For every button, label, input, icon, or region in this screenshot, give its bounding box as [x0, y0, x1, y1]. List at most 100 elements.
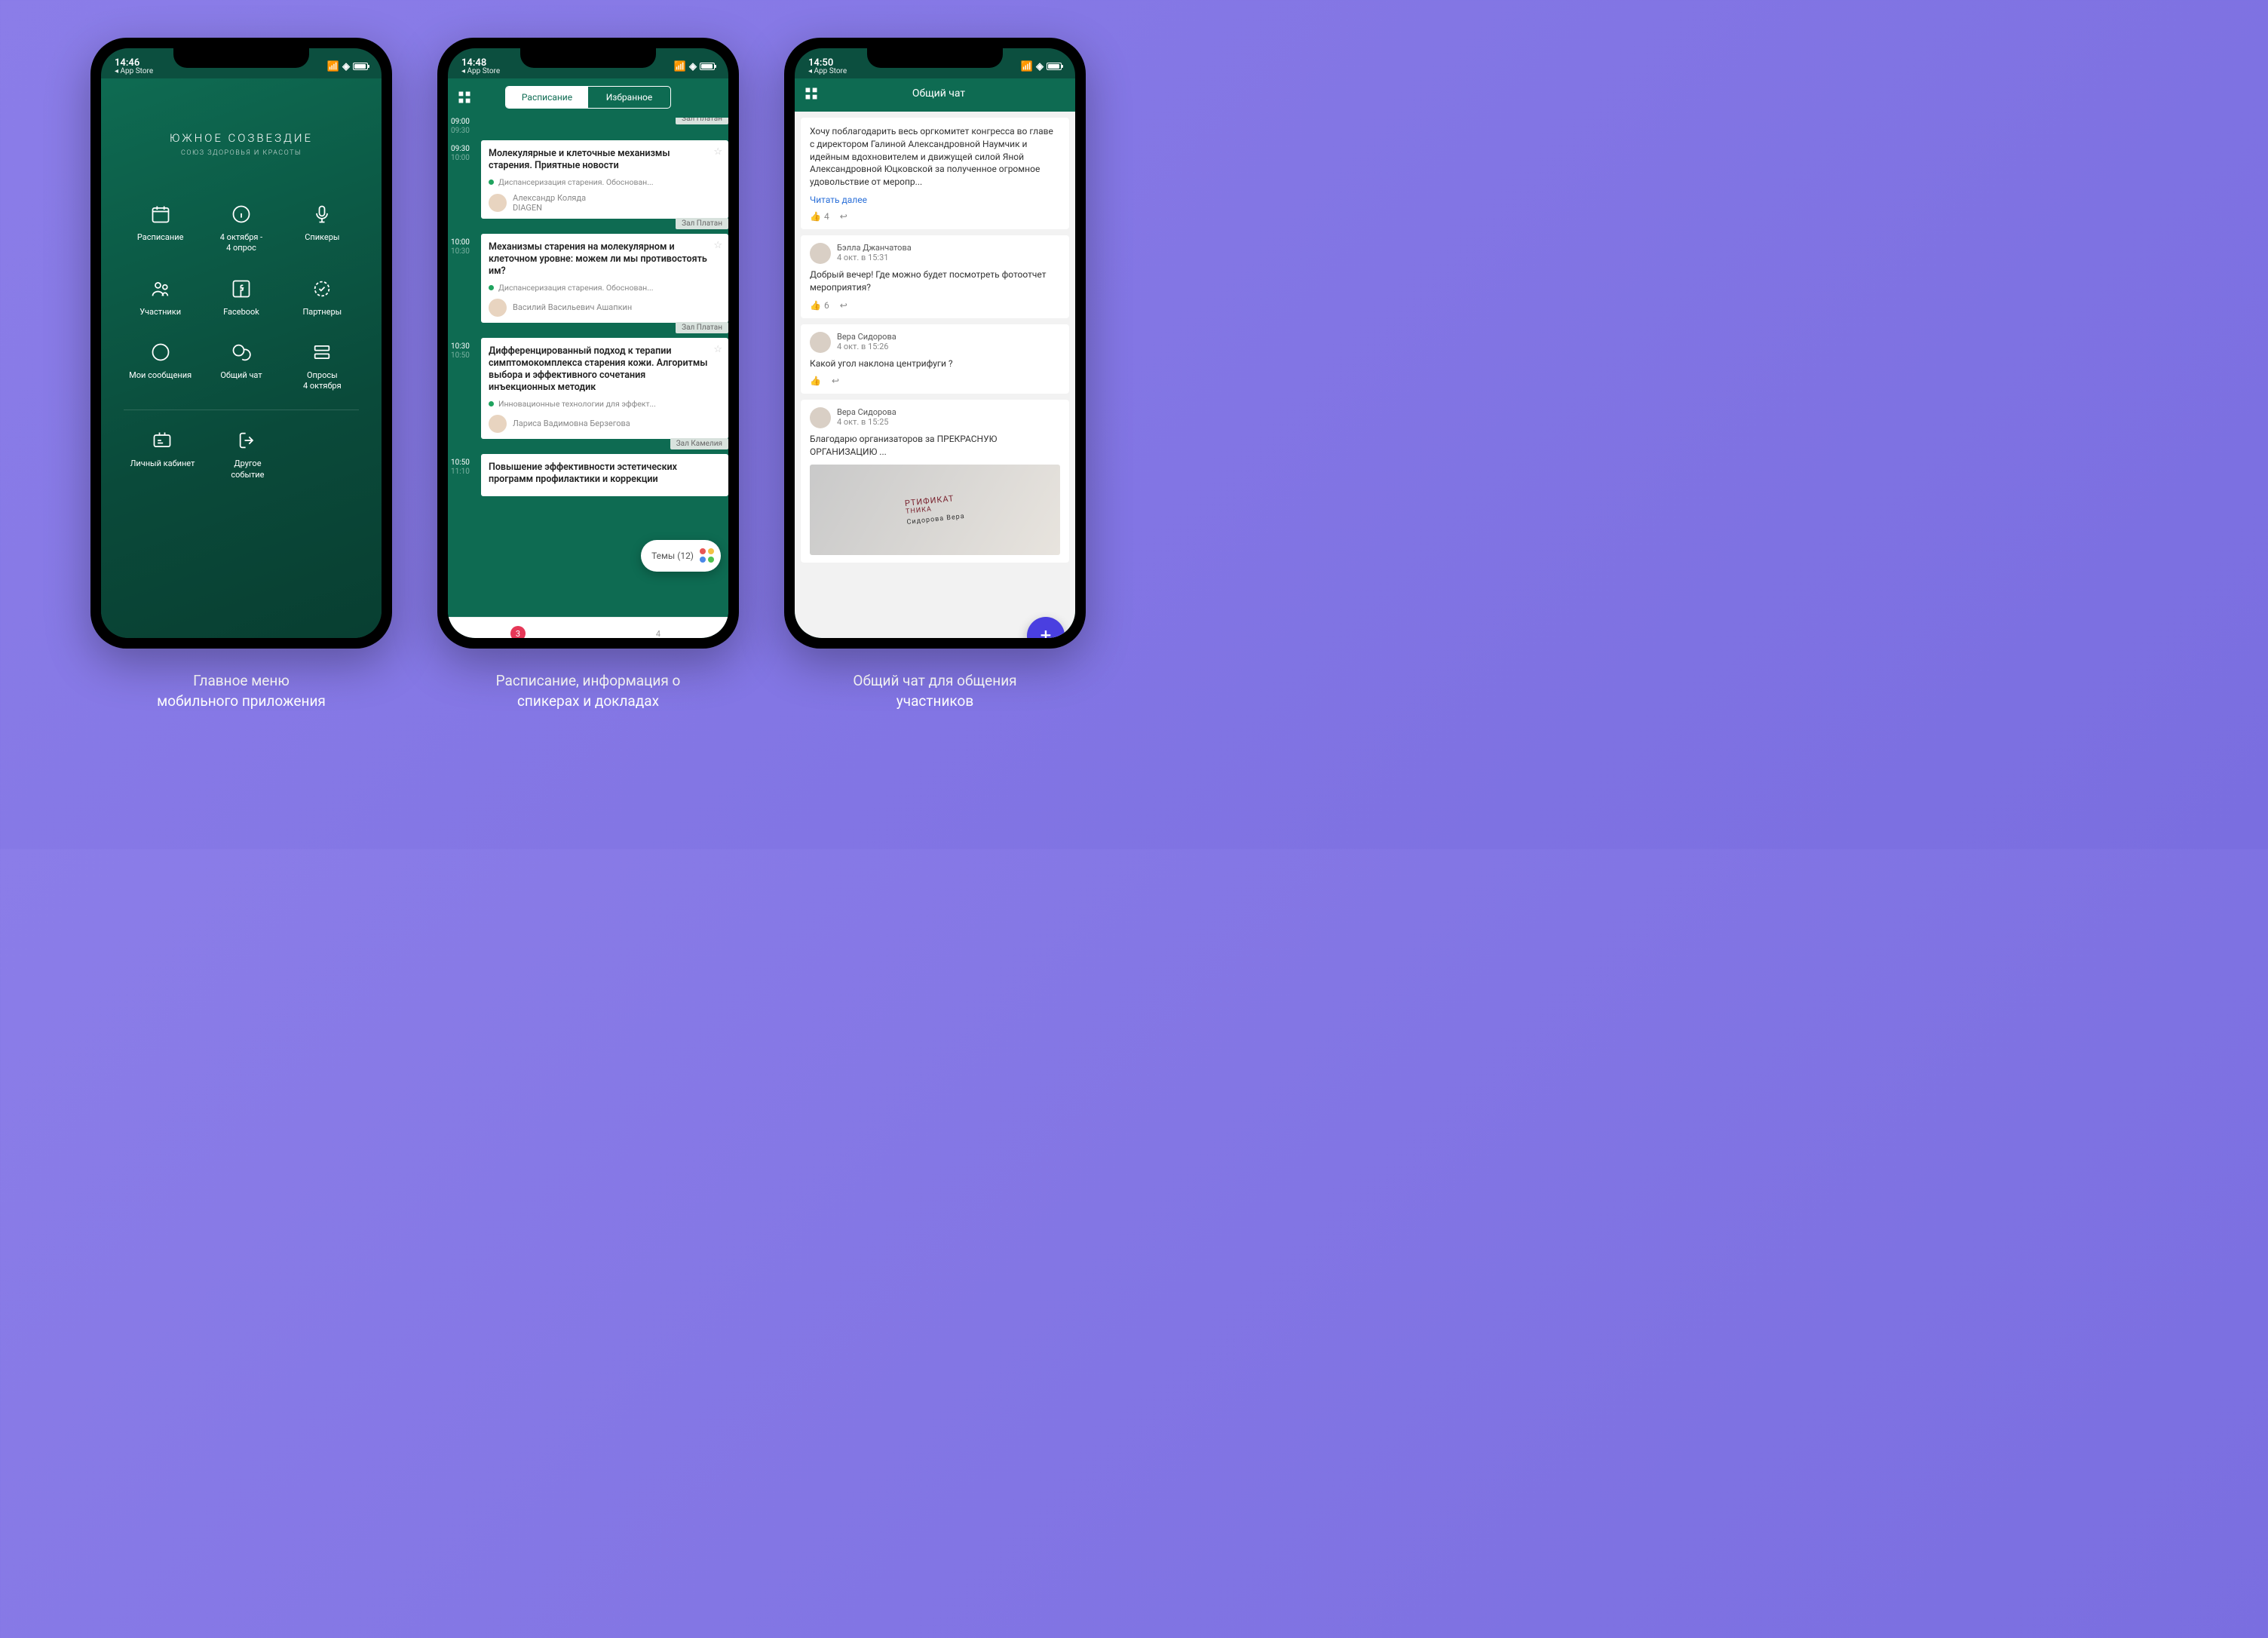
wifi-icon: ◈: [342, 61, 350, 72]
menu-general-chat[interactable]: Общий чат: [204, 340, 277, 392]
polls-icon: [310, 340, 334, 364]
like-count: 4: [824, 211, 829, 222]
id-icon: [150, 428, 174, 452]
wifi-icon: ◈: [1036, 61, 1044, 72]
menu-facebook[interactable]: Facebook: [204, 277, 277, 317]
star-icon[interactable]: ☆: [713, 240, 722, 251]
tab-thursday[interactable]: 4 ЧЕТВЕРГ: [588, 618, 728, 638]
menu-speakers[interactable]: Спикеры: [286, 202, 359, 254]
speaker-name: Лариса Вадимовна Берзегова: [513, 419, 630, 428]
post-author: Бэлла Джанчатова: [837, 243, 912, 253]
main-menu-screen: ЮЖНОЕ СОЗВЕЗДИЕ СОЮЗ ЗДОРОВЬЯ И КРАСОТЫ …: [101, 78, 382, 638]
star-icon[interactable]: ☆: [713, 146, 722, 158]
chat-post[interactable]: Бэлла Джанчатова4 окт. в 15:31 Добрый ве…: [801, 235, 1069, 318]
menu-partners[interactable]: Партнеры: [286, 277, 359, 317]
avatar: [810, 332, 831, 353]
cert-name: Сидорова Вера: [906, 513, 965, 526]
back-appstore[interactable]: ◂ App Store: [115, 68, 153, 75]
app-title: ЮЖНОЕ СОЗВЕЗДИЕ: [101, 131, 382, 145]
certificate-image[interactable]: РТИФИКАТ ТНИКА Сидорова Вера: [810, 465, 1060, 555]
menu-poll-today[interactable]: 4 октября - 4 опрос: [204, 202, 277, 254]
like-button[interactable]: 👍: [810, 376, 821, 386]
phone-1: 14:46 ◂ App Store 📶 ◈ ЮЖНОЕ СОЗВЕЗДИЕ СО…: [90, 38, 392, 649]
users-icon: [149, 277, 173, 301]
speaker-name: Александр Коляда: [513, 193, 586, 203]
back-appstore[interactable]: ◂ App Store: [461, 68, 500, 75]
track-label: Диспансеризация старения. Обоснован...: [498, 177, 654, 187]
seg-favorites[interactable]: Избранное: [588, 87, 670, 108]
share-button[interactable]: ↩: [832, 376, 839, 386]
tab-day-number: 3: [510, 626, 526, 638]
notch: [520, 48, 656, 68]
post-author: Вера Сидорова: [837, 407, 896, 417]
card-title: Механизмы старения на молекулярном и кле…: [489, 241, 721, 278]
compose-fab[interactable]: +: [1027, 617, 1065, 638]
battery-icon: [700, 63, 715, 70]
star-icon[interactable]: ☆: [713, 344, 722, 355]
schedule-card[interactable]: ☆ Механизмы старения на молекулярном и к…: [481, 234, 728, 323]
card-title: Дифференцированный подход к терапии симп…: [489, 345, 721, 394]
card-title: Молекулярные и клеточные механизмы старе…: [489, 148, 721, 173]
signal-icon: 📶: [327, 61, 339, 72]
schedule-card[interactable]: ☆ Молекулярные и клеточные механизмы ста…: [481, 140, 728, 219]
time-end: 09:30: [451, 127, 478, 136]
chats-icon: [229, 340, 253, 364]
post-text: Благодарю организаторов за ПРЕКРАСНУЮ ОР…: [810, 433, 1060, 459]
menu-label: Другое событие: [231, 459, 264, 480]
menu-polls[interactable]: Опросы 4 октября: [286, 340, 359, 392]
chat-post[interactable]: Вера Сидорова4 окт. в 15:25 Благодарю ор…: [801, 400, 1069, 563]
fab-label: Темы (12): [651, 551, 694, 561]
time-end: 10:50: [451, 351, 478, 360]
time-start: 09:00: [451, 118, 478, 127]
status-time: 14:46: [115, 58, 153, 68]
time-start: 10:00: [451, 238, 478, 247]
battery-icon: [353, 63, 368, 70]
share-button[interactable]: ↩: [840, 211, 847, 222]
schedule-card[interactable]: Повышение эффективности эстетических про…: [481, 454, 728, 497]
status-time: 14:50: [808, 58, 847, 68]
badge-icon: [310, 277, 334, 301]
back-appstore[interactable]: ◂ App Store: [808, 68, 847, 75]
menu-label: Опросы 4 октября: [303, 370, 342, 392]
segmented-control: Расписание Избранное: [505, 86, 671, 109]
avatar: [810, 407, 831, 428]
notch: [867, 48, 1003, 68]
day-tabs: 3 СРЕДА 4 ЧЕТВЕРГ: [448, 617, 728, 638]
signal-icon: 📶: [1021, 61, 1033, 72]
status-time: 14:48: [461, 58, 500, 68]
tab-wednesday[interactable]: 3 СРЕДА: [448, 618, 588, 638]
avatar: [810, 243, 831, 264]
menu-label: 4 октября - 4 опрос: [220, 232, 262, 254]
chat-title: Общий чат: [826, 87, 1051, 100]
schedule-card[interactable]: ☆ Дифференцированный подход к терапии си…: [481, 338, 728, 439]
time-start: 09:30: [451, 145, 478, 154]
menu-other-event[interactable]: Другое событие: [209, 428, 287, 480]
room-tag: Зал Камелия: [670, 438, 728, 449]
read-more-link[interactable]: Читать далее: [810, 195, 1060, 205]
chat-post[interactable]: Хочу поблагодарить весь оргкомитет конгр…: [801, 118, 1069, 229]
info-icon: [229, 202, 253, 226]
menu-label: Партнеры: [302, 307, 342, 317]
caption-2: Расписание, информация о спикерах и докл…: [437, 671, 739, 711]
post-time: 4 окт. в 15:25: [837, 417, 896, 427]
menu-label: Мои сообщения: [129, 370, 192, 381]
time-end: 10:00: [451, 154, 478, 163]
seg-schedule[interactable]: Расписание: [506, 87, 588, 108]
track-dot: [489, 285, 494, 290]
grid-icon[interactable]: [804, 86, 819, 101]
exit-icon: [235, 428, 259, 452]
menu-my-messages[interactable]: Мои сообщения: [124, 340, 197, 392]
grid-icon[interactable]: [457, 90, 472, 105]
themes-fab[interactable]: Темы (12): [641, 540, 721, 572]
facebook-icon: [229, 277, 253, 301]
menu-participants[interactable]: Участники: [124, 277, 197, 317]
menu-profile[interactable]: Личный кабинет: [124, 428, 201, 480]
chat-post[interactable]: Вера Сидорова4 окт. в 15:26 Какой угол н…: [801, 324, 1069, 394]
track-dot: [489, 401, 494, 406]
post-time: 4 окт. в 15:26: [837, 342, 896, 351]
like-button[interactable]: 👍 6: [810, 300, 829, 311]
menu-schedule[interactable]: Расписание: [124, 202, 197, 254]
avatar: [489, 415, 507, 433]
share-button[interactable]: ↩: [840, 300, 847, 311]
like-button[interactable]: 👍 4: [810, 211, 829, 222]
